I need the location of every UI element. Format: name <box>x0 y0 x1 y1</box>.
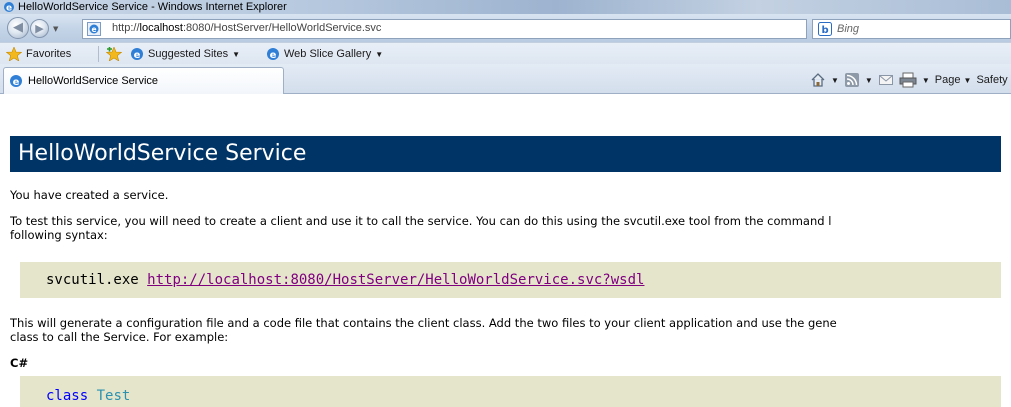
suggested-sites-button[interactable]: e Suggested Sites ▼ <box>130 47 240 61</box>
test-instructions-line-1: To test this service, you will need to c… <box>10 214 832 228</box>
search-box[interactable]: b Bing <box>812 19 1011 39</box>
page-menu[interactable]: Page ▼ <box>935 74 972 86</box>
add-to-favorites-bar-button[interactable] <box>106 47 122 61</box>
page-content: HelloWorldService Service You have creat… <box>10 94 1011 407</box>
language-label: C# <box>10 356 29 370</box>
page-heading: HelloWorldService Service <box>10 136 1001 172</box>
suggested-sites-dropdown-icon: ▼ <box>232 49 241 59</box>
svg-text:e: e <box>134 50 141 61</box>
web-slice-gallery-button[interactable]: e Web Slice Gallery ▼ <box>266 47 383 61</box>
url-path: :8080/HostServer/HelloWorldService.svc <box>182 22 382 34</box>
command-bar: ▼ ▼ ▼ Page ▼ Safety <box>810 72 1008 88</box>
ie-site-icon: e <box>131 48 143 61</box>
print-dropdown-icon[interactable]: ▼ <box>922 76 930 85</box>
url-prefix: http:// <box>112 22 140 34</box>
svg-text:e: e <box>270 50 277 61</box>
feeds-icon[interactable] <box>844 72 860 88</box>
ie-icon: e <box>4 2 14 14</box>
code-classname: Test <box>96 388 131 404</box>
test-instructions-line-2: following syntax: <box>10 228 108 242</box>
code-keyword: class <box>46 388 89 404</box>
safety-menu[interactable]: Safety <box>976 74 1007 86</box>
svcutil-code-block: svcutil.exe http://localhost:8080/HostSe… <box>20 262 1001 298</box>
home-dropdown-icon[interactable]: ▼ <box>831 76 839 85</box>
generate-text-line-1: This will generate a configuration file … <box>10 316 837 330</box>
forward-button[interactable]: ▶ <box>30 19 49 38</box>
address-url[interactable]: http://localhost:8080/HostServer/HelloWo… <box>112 22 381 34</box>
address-row: ◀ ▶ ▼ e http://localhost:8080/HostServer… <box>0 14 1011 42</box>
safety-menu-label: Safety <box>976 74 1008 86</box>
intro-text: You have created a service. <box>10 188 169 202</box>
web-slice-gallery-label: Web Slice Gallery <box>284 48 372 60</box>
feeds-dropdown-icon[interactable]: ▼ <box>865 76 873 85</box>
print-icon[interactable] <box>899 72 917 88</box>
home-icon[interactable] <box>810 72 826 88</box>
page-dropdown-icon: ▼ <box>963 76 972 85</box>
svg-text:e: e <box>92 25 97 34</box>
svg-text:e: e <box>6 4 12 14</box>
svg-text:b: b <box>822 25 829 36</box>
favorites-separator <box>98 46 99 62</box>
tab-label: HelloWorldService Service <box>28 75 159 87</box>
wsdl-link[interactable]: http://localhost:8080/HostServer/HelloWo… <box>147 272 644 288</box>
csharp-code-block: class Test <box>20 376 1001 407</box>
page-menu-label: Page <box>934 74 961 86</box>
ie-slice-icon: e <box>267 48 279 61</box>
window-titlebar: e HelloWorldService Service - Windows In… <box>0 0 1011 14</box>
bing-icon: b <box>818 22 832 36</box>
tab-helloworldservice[interactable]: e HelloWorldService Service <box>3 67 284 94</box>
suggested-sites-label: Suggested Sites <box>148 48 229 60</box>
favorites-bar: Favorites e Suggested Sites ▼ e Web Slic… <box>0 42 1011 64</box>
ie-page-icon: e <box>87 22 101 36</box>
ie-tab-icon: e <box>10 75 22 88</box>
star-icon <box>6 47 22 61</box>
back-button[interactable]: ◀ <box>7 17 29 39</box>
favorites-button[interactable]: Favorites <box>6 47 71 61</box>
favorites-label: Favorites <box>26 48 72 60</box>
url-host: localhost <box>139 22 183 34</box>
svg-text:e: e <box>13 77 20 88</box>
svcutil-command: svcutil.exe <box>46 272 139 288</box>
add-favorite-star-icon <box>106 47 122 61</box>
recent-pages-dropdown-icon[interactable]: ▼ <box>53 25 58 33</box>
web-slice-dropdown-icon: ▼ <box>375 49 384 59</box>
window-title: HelloWorldService Service - Windows Inte… <box>18 1 287 13</box>
address-bar[interactable]: e http://localhost:8080/HostServer/Hello… <box>82 19 892 39</box>
search-placeholder: Bing <box>837 23 860 35</box>
read-mail-icon[interactable] <box>878 72 894 88</box>
tab-row: e HelloWorldService Service ▼ ▼ ▼ Page ▼… <box>0 64 1011 94</box>
generate-text-line-2: class to call the Service. For example: <box>10 330 229 344</box>
